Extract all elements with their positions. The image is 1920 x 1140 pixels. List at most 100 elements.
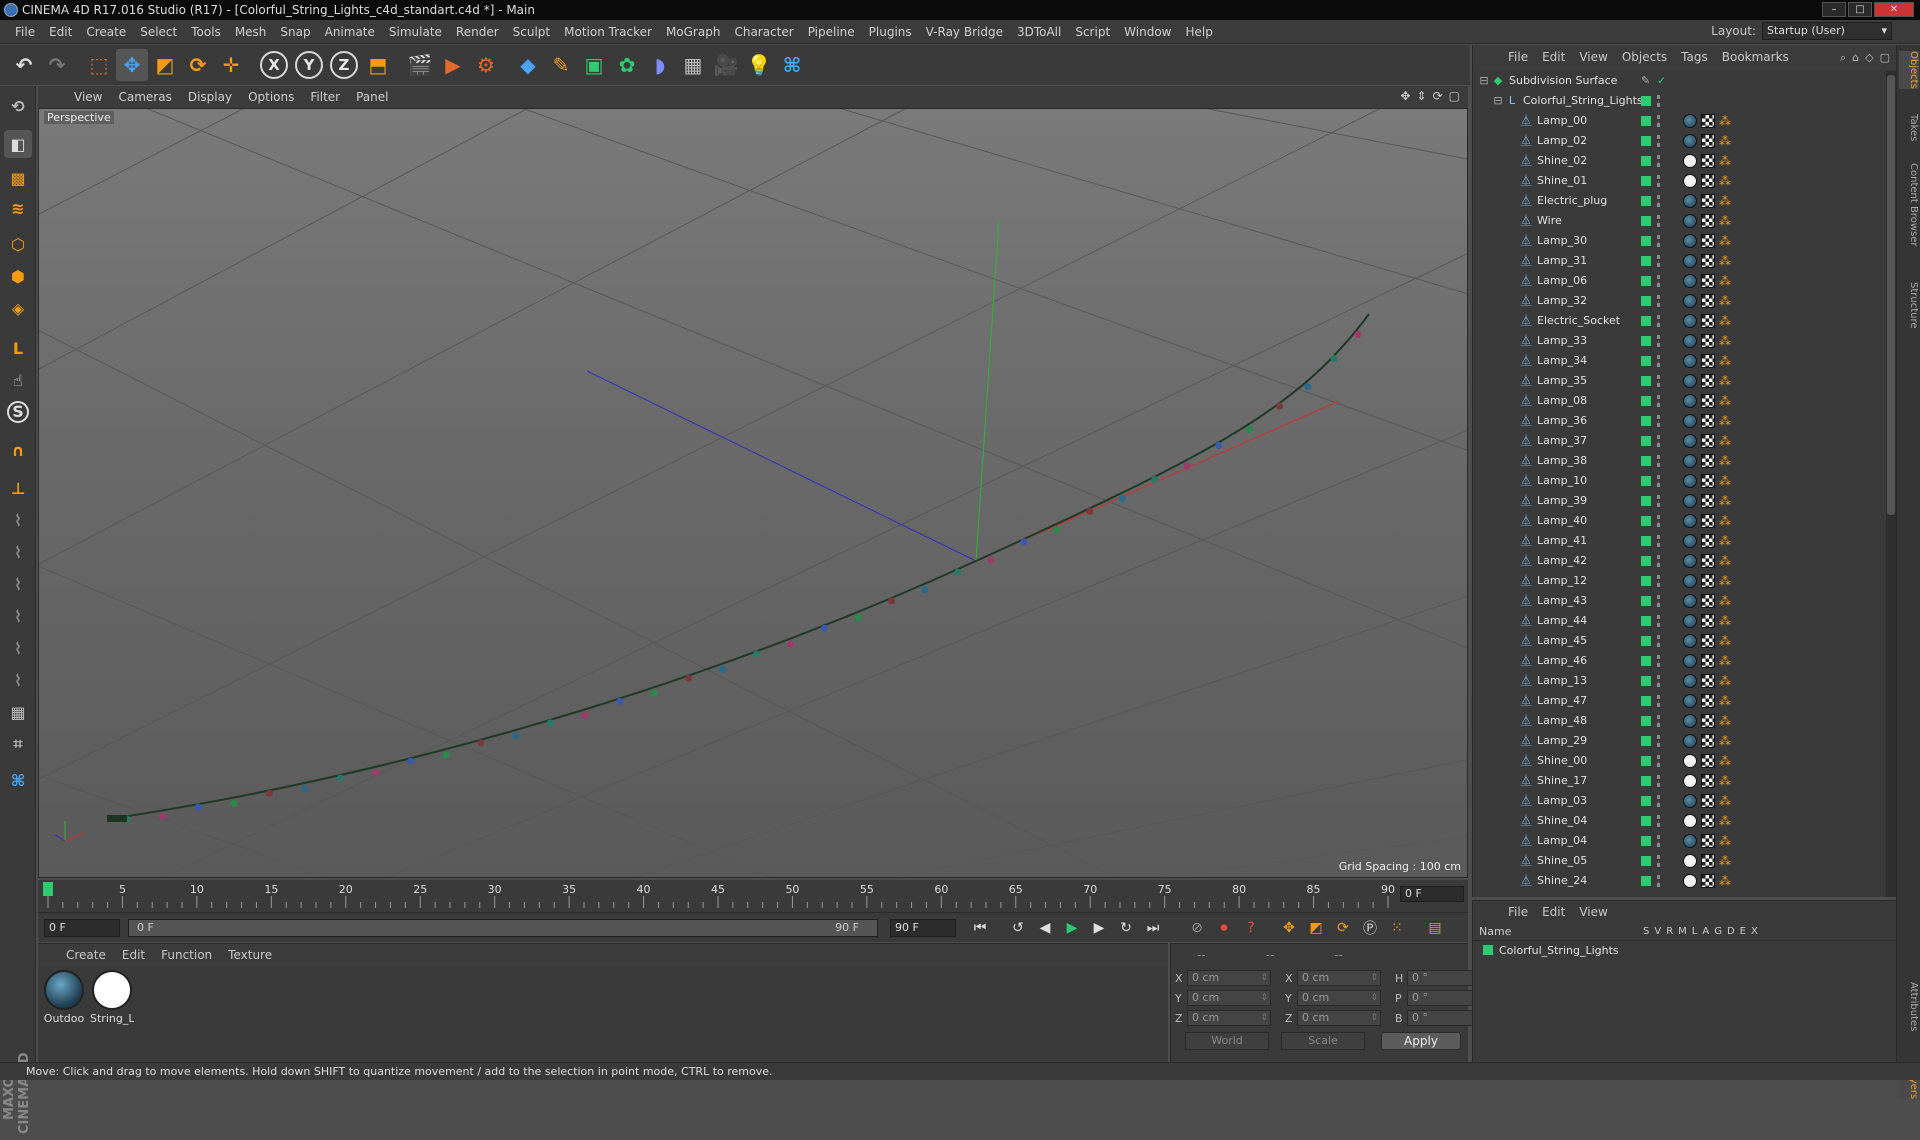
expand-arrow-icon[interactable] [1505,354,1519,368]
material-tag-icon[interactable] [1683,854,1697,868]
phong-tag-icon[interactable]: ⁂ [1719,774,1733,788]
material-tag-icon[interactable] [1683,834,1697,848]
expand-arrow-icon[interactable] [1505,274,1519,288]
visibility-swatch[interactable] [1641,616,1651,626]
render-visibility-dots[interactable] [1657,215,1660,227]
electric-plug[interactable] [107,815,127,822]
redo-icon[interactable]: ↷ [41,49,73,81]
light-bulb[interactable] [1215,441,1223,449]
expand-arrow-icon[interactable]: ⊟ [1477,74,1491,88]
expand-arrow-icon[interactable] [1505,154,1519,168]
phong-tag-icon[interactable]: ⁂ [1719,374,1733,388]
uvw-tag-icon[interactable] [1701,794,1715,808]
expand-arrow-icon[interactable] [1505,754,1519,768]
layout-dropdown[interactable]: Startup (User) [1762,22,1892,40]
visibility-swatch[interactable] [1641,536,1651,546]
cube-icon[interactable]: ◆ [512,49,544,81]
uvw-tag-icon[interactable] [1701,434,1715,448]
phong-tag-icon[interactable]: ⁂ [1719,454,1733,468]
key-position-icon[interactable]: ✥ [1277,916,1301,940]
light-bulb[interactable] [1246,426,1254,434]
object-row[interactable]: ⏅ Lamp_41 ⁂ [1473,531,1885,551]
coordinate-mode-dropdown[interactable]: World [1185,1032,1269,1050]
visibility-swatch[interactable] [1641,516,1651,526]
uvw-tag-icon[interactable] [1701,474,1715,488]
material-tag-icon[interactable] [1683,754,1697,768]
subdivision-icon[interactable]: ▣ [578,49,610,81]
visibility-swatch[interactable] [1641,196,1651,206]
visibility-swatch[interactable] [1641,316,1651,326]
phong-tag-icon[interactable]: ⁂ [1719,414,1733,428]
material-tag-icon[interactable] [1683,454,1697,468]
object-row[interactable]: ⏅ Lamp_48 ⁂ [1473,711,1885,731]
material-tag-icon[interactable] [1683,734,1697,748]
phong-tag-icon[interactable]: ⁂ [1719,294,1733,308]
undo-icon[interactable]: ↶ [8,49,40,81]
render-visibility-dots[interactable] [1657,515,1660,527]
phong-tag-icon[interactable]: ⁂ [1719,534,1733,548]
visibility-swatch[interactable] [1641,256,1651,266]
object-row[interactable]: ⏅ Lamp_46 ⁂ [1473,651,1885,671]
light-bulb[interactable] [1183,462,1191,470]
checkerboard-icon[interactable]: ▦ [4,698,32,726]
material-tag-icon[interactable] [1683,474,1697,488]
expand-arrow-icon[interactable] [1505,814,1519,828]
render-visibility-dots[interactable] [1657,275,1660,287]
menu-script[interactable]: Script [1068,25,1117,39]
uvw-tag-icon[interactable] [1701,634,1715,648]
next-key-icon[interactable]: ↻ [1114,916,1138,940]
uvw-tag-icon[interactable] [1701,574,1715,588]
light-bulb[interactable] [194,803,202,811]
menu-file[interactable]: File [8,25,42,39]
expand-arrow-icon[interactable] [1505,714,1519,728]
material-tag-icon[interactable] [1683,714,1697,728]
light-bulb[interactable] [547,719,555,727]
position-z-field[interactable]: 0 cm [1187,1010,1271,1026]
light-bulb[interactable] [442,751,450,759]
previous-frame-icon[interactable]: ◀ [1033,916,1057,940]
expand-arrow-icon[interactable] [1505,494,1519,508]
object-row[interactable]: ⏅ Lamp_31 ⁂ [1473,251,1885,271]
render-visibility-dots[interactable] [1657,615,1660,627]
uvw-tag-icon[interactable] [1701,354,1715,368]
menu-tools[interactable]: Tools [184,25,228,39]
expand-arrow-icon[interactable] [1505,594,1519,608]
perspective-viewport[interactable]: Perspective Grid Spacing : 100 cm [38,108,1468,878]
menu-3dtoall[interactable]: 3DToAll [1010,25,1068,39]
material-tag-icon[interactable] [1683,774,1697,788]
object-row[interactable]: ⏅ Lamp_30 ⁂ [1473,231,1885,251]
render-visibility-dots[interactable] [1657,535,1660,547]
python-icon[interactable]: ⌘ [776,49,808,81]
visibility-swatch[interactable] [1641,416,1651,426]
light-icon[interactable]: 💡 [743,49,775,81]
object-row[interactable]: ⏅ Lamp_00 ⁂ [1473,111,1885,131]
render-visibility-dots[interactable] [1657,875,1660,887]
visibility-swatch[interactable] [1641,336,1651,346]
light-bulb[interactable] [581,711,589,719]
expand-arrow-icon[interactable] [1505,634,1519,648]
light-bulb[interactable] [954,568,962,576]
phong-tag-icon[interactable]: ⁂ [1719,794,1733,808]
expand-arrow-icon[interactable] [1505,674,1519,688]
render-visibility-dots[interactable] [1657,335,1660,347]
visibility-swatch[interactable] [1641,176,1651,186]
light-bulb[interactable] [616,697,624,705]
timeline-ruler[interactable]: 051015202530354045505560657075808590 0 F [38,880,1468,912]
visibility-swatch[interactable] [1641,496,1651,506]
object-row[interactable]: ⏅ Lamp_40 ⁂ [1473,511,1885,531]
expand-arrow-icon[interactable] [1505,454,1519,468]
light-bulb[interactable] [407,757,415,765]
expand-arrow-icon[interactable] [1505,574,1519,588]
uvw-tag-icon[interactable] [1701,554,1715,568]
layer-row[interactable]: Colorful_String_Lights [1473,941,1896,959]
phong-tag-icon[interactable]: ⁂ [1719,554,1733,568]
phong-tag-icon[interactable]: ⁂ [1719,594,1733,608]
expand-arrow-icon[interactable] [1505,174,1519,188]
go-to-start-icon[interactable]: ⏮ [968,916,992,940]
light-bulb[interactable] [477,739,485,747]
scrollbar-thumb[interactable] [1887,75,1895,515]
object-row[interactable]: ⏅ Shine_00 ⁂ [1473,751,1885,771]
uvw-tag-icon[interactable] [1701,814,1715,828]
expand-arrow-icon[interactable] [1505,614,1519,628]
render-visibility-dots[interactable] [1657,575,1660,587]
